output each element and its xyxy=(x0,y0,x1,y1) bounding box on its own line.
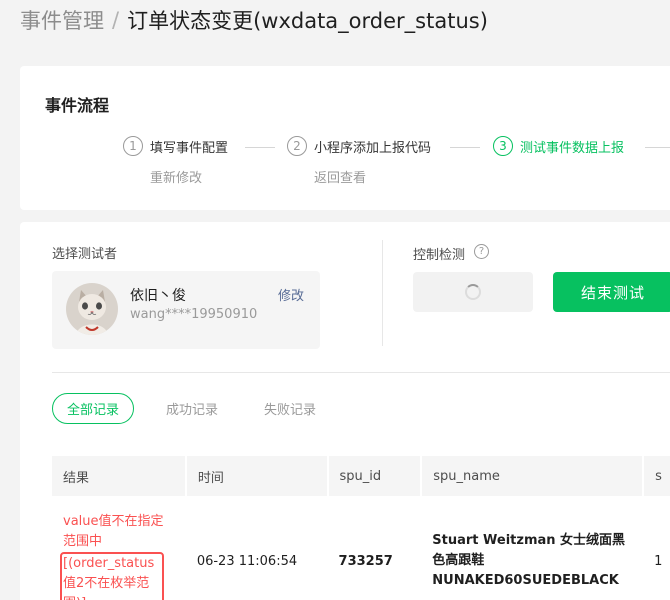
tab-success-records[interactable]: 成功记录 xyxy=(166,393,218,424)
result-error-message: value值不在指定范围中 xyxy=(63,514,164,549)
page-title: 订单状态变更(wxdata_order_status) xyxy=(127,9,488,33)
cat-avatar-icon xyxy=(66,283,118,335)
step-3-number: 3 xyxy=(493,136,513,156)
edit-tester-link[interactable]: 修改 xyxy=(278,285,304,304)
tester-section-label: 选择测试者 xyxy=(52,247,118,262)
step-1: 1 填写事件配置 xyxy=(123,136,228,156)
time-cell: 06-23 11:06:54 xyxy=(196,553,298,569)
step-1-revise-link[interactable]: 重新修改 xyxy=(150,167,202,186)
result-cell: value值不在指定范围中 [(order_status值2不在枚举范围)] xyxy=(52,496,186,600)
table-row: value值不在指定范围中 [(order_status值2不在枚举范围)] 0… xyxy=(52,496,670,600)
column-header-truncated: s xyxy=(643,456,670,496)
step-1-label: 填写事件配置 xyxy=(150,140,229,156)
test-panel-card: 选择测试者 依旧丶俊 wang****19950910 修改 控制检测 ? 结束… xyxy=(20,222,670,600)
avatar xyxy=(66,283,118,335)
column-header-time: 时间 xyxy=(185,456,329,496)
tester-card: 依旧丶俊 wang****19950910 修改 xyxy=(52,271,320,349)
column-header-spu-name: spu_name xyxy=(421,456,645,496)
step-3: 3 测试事件数据上报 xyxy=(493,136,624,156)
result-error-detail: [(order_status值2不在枚举范围)] xyxy=(60,552,164,600)
breadcrumb-parent[interactable]: 事件管理 xyxy=(20,5,104,35)
control-check-label: 控制检测 xyxy=(413,248,466,263)
tab-failed-records[interactable]: 失败记录 xyxy=(264,393,316,424)
control-check-status xyxy=(413,272,533,312)
step-2-view-link[interactable]: 返回查看 xyxy=(314,167,366,186)
truncated-cell: 1 xyxy=(654,553,663,569)
tab-all-records[interactable]: 全部记录 xyxy=(52,393,135,424)
flow-title: 事件流程 xyxy=(45,96,110,115)
column-header-spu-id: spu_id xyxy=(327,456,423,496)
loading-spinner-icon xyxy=(465,284,481,300)
column-header-result: 结果 xyxy=(52,456,187,496)
event-flow-card: 事件流程 1 填写事件配置 重新修改 2 小程序添加上报代码 返回查看 3 测试… xyxy=(20,66,670,210)
tester-name: 依旧丶俊 xyxy=(130,288,186,304)
step-1-number: 1 xyxy=(123,136,143,156)
help-icon[interactable]: ? xyxy=(474,244,489,259)
table-header-row: 结果 时间 spu_id spu_name s xyxy=(52,456,670,496)
step-connector xyxy=(450,147,480,148)
records-table: 结果 时间 spu_id spu_name s value值不在指定范围中 [(… xyxy=(52,456,670,600)
step-connector xyxy=(645,147,670,148)
step-2: 2 小程序添加上报代码 xyxy=(287,136,431,156)
spu-id-cell: 733257 xyxy=(338,553,393,569)
section-divider xyxy=(382,240,383,346)
step-2-number: 2 xyxy=(287,136,307,156)
step-2-label: 小程序添加上报代码 xyxy=(314,140,432,156)
tester-account-id: wang****19950910 xyxy=(130,307,258,322)
breadcrumb-separator: / xyxy=(112,8,120,32)
step-connector xyxy=(245,147,275,148)
horizontal-divider xyxy=(52,372,670,373)
step-3-label: 测试事件数据上报 xyxy=(520,140,625,156)
spu-name-cell: Stuart Weitzman 女士绒面黑色高跟鞋 NUNAKED60SUEDE… xyxy=(432,533,626,588)
page-title-bar: 事件管理 / 订单状态变更(wxdata_order_status) xyxy=(20,4,488,36)
end-test-button[interactable]: 结束测试 xyxy=(553,272,670,312)
